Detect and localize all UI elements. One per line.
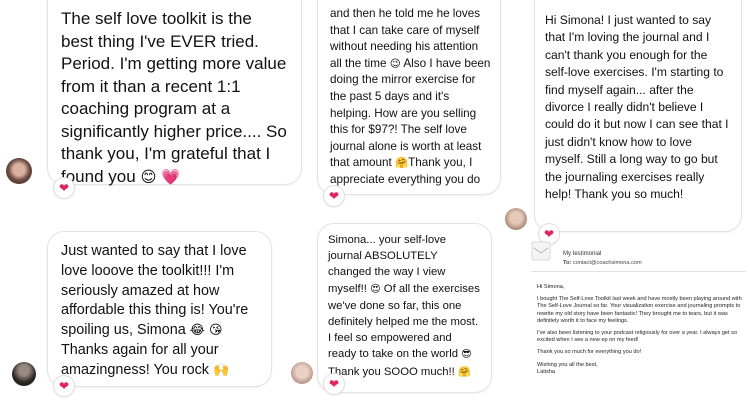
emoji: 🤗: [457, 366, 471, 378]
message-text: The self love toolkit is the best thing …: [61, 9, 287, 186]
emoji: 🙌: [213, 362, 230, 378]
emoji: 😉: [389, 57, 401, 70]
emoji: 😎: [461, 349, 472, 361]
emoji: 😂 😘: [189, 323, 223, 339]
heart-reaction-icon[interactable]: ❤: [54, 376, 74, 396]
message-text: Also I have been doing the mirror exerci…: [330, 56, 491, 170]
email-signoff: Wishing you all the best, Latisha: [537, 362, 745, 376]
avatar: [6, 158, 32, 184]
email-paragraph: I've also been listening to your podcast…: [537, 330, 738, 344]
message-text: Hi Simona! I just wanted to say that I'm…: [545, 13, 729, 202]
mail-icon: [531, 241, 551, 261]
message-bubble: and then he told me he loves that I can …: [318, 0, 500, 203]
email-paragraph: I bought The Self-Love Toolkit last week…: [537, 296, 742, 324]
avatar: [291, 362, 313, 384]
message-text: Thanks again for all your amazingness! Y…: [61, 341, 219, 378]
message-bubble: Simona... your self-love journal ABSOLUT…: [318, 224, 491, 392]
message-bubble: The self love toolkit is the best thing …: [48, 0, 301, 186]
avatar: [505, 208, 527, 230]
message-bubble: Hi Simona! I just wanted to say that I'm…: [535, 0, 741, 231]
email-recipient: To: contact@coachsimona.com: [563, 260, 642, 267]
email-greeting: Hi Simona,: [537, 284, 565, 290]
message-text: Thank you SOOO much!!: [328, 365, 455, 378]
email-paragraph: Thank you so much for everything you do!: [537, 349, 642, 356]
emoji: 😊 💗: [140, 167, 181, 186]
heart-reaction-icon[interactable]: ❤: [324, 374, 344, 394]
divider: [531, 271, 746, 272]
email-signoff-line: Wishing you all the best,: [537, 361, 598, 368]
to-address[interactable]: contact@coachsimona.com: [573, 260, 642, 266]
heart-reaction-icon[interactable]: ❤: [324, 186, 344, 206]
to-label: To:: [563, 260, 572, 266]
heart-reaction-icon[interactable]: ❤: [54, 178, 74, 198]
emoji: 😍: [370, 283, 381, 295]
emoji: 🤗: [394, 157, 409, 170]
email-message: My testimonial To: contact@coachsimona.c…: [531, 238, 750, 400]
email-subject: My testimonial: [563, 251, 602, 257]
email-body: Hi Simona, I bought The Self-Love Toolki…: [537, 284, 745, 376]
message-bubble: Just wanted to say that I love love looo…: [48, 232, 271, 386]
email-signature: Latisha: [537, 368, 556, 375]
avatar: [12, 362, 36, 386]
